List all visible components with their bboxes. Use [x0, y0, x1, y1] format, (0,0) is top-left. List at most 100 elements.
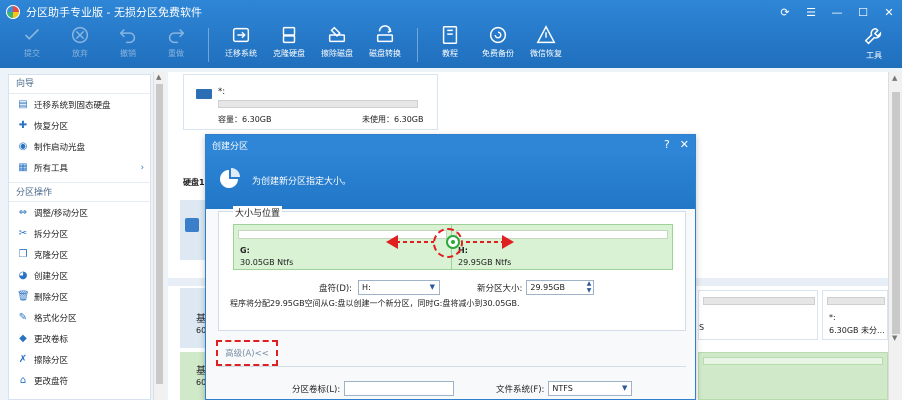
sidebar-item-tools[interactable]: ▦ 所有工具 › [9, 157, 150, 178]
toolbar-label: 免费备份 [482, 49, 514, 58]
unallocated-card[interactable]: *: 6.30GB 未分... [822, 290, 888, 340]
file-system-row: 文件系统(F): NTFS ▼ [496, 381, 633, 396]
sidebar-scroll-thumb[interactable] [156, 84, 163, 384]
disk-section-label: 硬盘1 [183, 178, 205, 187]
chevron-down-icon: ▼ [429, 283, 436, 291]
convert-disk-icon [376, 25, 394, 43]
resize-icon: ⇔ [18, 206, 28, 218]
disk-icon [196, 89, 212, 99]
tools-button[interactable]: 工具 [850, 26, 898, 61]
clone-icon: ❐ [18, 248, 28, 260]
sidebar-item-create[interactable]: ◕ 创建分区 [9, 265, 150, 286]
app-logo-icon [6, 5, 20, 19]
check-icon [24, 28, 40, 40]
sidebar-wizard-header: 向导 [9, 75, 150, 94]
sidebar-item-recover[interactable]: ✚ 恢复分区 [9, 115, 150, 136]
delete-icon: 🗑 [17, 290, 30, 302]
letter-icon: ⌂ [19, 374, 27, 386]
disk-capacity: 容量：6.30GB [218, 115, 272, 124]
recovery-icon [536, 25, 556, 44]
scroll-up-icon[interactable]: ▲ [156, 73, 161, 81]
maximize-button[interactable]: ☐ [850, 0, 876, 24]
sidebar-item-ssd[interactable]: ▤ 迁移系统到固态硬盘 [9, 94, 150, 115]
stepper-arrows-icon[interactable]: ▲ ▼ [587, 280, 592, 294]
menu-icon[interactable]: ☰ [798, 0, 824, 24]
sidebar-item-letter[interactable]: ⌂ 更改盘符 [9, 370, 150, 391]
toolbar-undo-button[interactable]: 撤销 [104, 24, 152, 59]
toolbar-cancel-button[interactable]: 放弃 [56, 24, 104, 59]
toolbar-convert-disk-button[interactable]: 磁盘转换 [361, 24, 409, 59]
toolbar-label: 放弃 [72, 49, 88, 58]
scroll-up-icon[interactable]: ▲ [892, 74, 897, 82]
migrate-os-icon [232, 27, 250, 43]
sidebar-item-label[interactable]: ◆ 更改卷标 [9, 328, 150, 349]
file-system-value: NTFS [552, 384, 573, 393]
sidebar-item-format[interactable]: ✎ 格式化分区 [9, 307, 150, 328]
help-button[interactable]: ? [664, 138, 670, 151]
toolbar-label: 提交 [24, 49, 40, 58]
sidebar: 向导 ▤ 迁移系统到固态硬盘 ✚ 恢复分区 ◉ 制作启动光盘 ▦ 所有工具 › 分区操作 ⇔ 调整… [8, 74, 151, 400]
sidebar-item-clone[interactable]: ❐ 克隆分区 [9, 244, 150, 265]
volume-label-row: 分区卷标(L): [292, 381, 455, 396]
disk-row-icon[interactable] [180, 200, 206, 260]
file-system-select[interactable]: NTFS ▼ [548, 381, 633, 396]
sidebar-item-label: 更改卷标 [34, 334, 69, 345]
sidebar-item-label: 删除分区 [34, 292, 69, 303]
sidebar-item-label: 恢复分区 [34, 121, 69, 132]
backup-icon [489, 26, 507, 44]
recover-icon: ✚ [18, 119, 28, 131]
dialog-banner-text: 为创建新分区指定大小。 [252, 177, 352, 187]
scroll-down-icon[interactable]: ▼ [892, 334, 897, 342]
partition-card[interactable]: 基 60 [180, 288, 206, 348]
toolbar-backup-button[interactable]: 免费备份 [474, 24, 522, 59]
volume-label-input[interactable] [344, 381, 455, 396]
info-text: 程序将分配29.95GB空间从G:盘以创建一个新分区，同时G:盘将减小到30.0… [230, 299, 520, 308]
toolbar-label: 擦除磁盘 [321, 49, 353, 58]
main-scroll-thumb[interactable] [892, 92, 900, 334]
sidebar-item-bootdisk[interactable]: ◉ 制作启动光盘 [9, 136, 150, 157]
create-icon: ◕ [18, 269, 28, 281]
toolbar-redo-button[interactable]: 重做 [152, 24, 200, 59]
wizard-list: ▤ 迁移系统到固态硬盘 ✚ 恢复分区 ◉ 制作启动光盘 ▦ 所有工具 › [9, 94, 150, 178]
partition-card[interactable]: 基 60 [180, 352, 206, 400]
toolbar-tutorial-button[interactable]: 教程 [426, 24, 474, 59]
sidebar-item-delete[interactable]: 🗑 删除分区 [9, 286, 150, 307]
title-bar: 分区助手专业版 - 无损分区免费软件 [0, 0, 902, 24]
dialog-close-button[interactable]: ✕ [680, 138, 689, 151]
tools-icon: ▦ [18, 161, 28, 173]
advanced-button[interactable]: 高级(A)<< [216, 340, 278, 366]
drive-letter-row: 盘符(D): H: ▼ [319, 280, 441, 295]
main-scrollbar[interactable]: ▲ ▼ [888, 72, 902, 400]
ssd-icon: ▤ [18, 98, 28, 110]
new-size-value: 29.95GB [530, 283, 565, 292]
disk-icon [185, 218, 199, 232]
cancel-icon [71, 26, 89, 44]
sidebar-item-split[interactable]: ✂ 拆分分区 [9, 223, 150, 244]
chevron-down-icon: ▼ [622, 384, 628, 392]
minimize-button[interactable]: — [824, 0, 850, 24]
pie-partition-icon [220, 168, 240, 188]
dialog-banner: 为创建新分区指定大小。 [206, 155, 695, 209]
partition-bar [827, 297, 885, 305]
disk-card[interactable]: *: 容量：6.30GB 未使用：6.30GB [183, 74, 438, 130]
sidebar-item-label: 所有工具 [34, 163, 69, 174]
toolbar-check-button[interactable]: 提交 [8, 24, 56, 59]
partition-size: 6.30GB 未分... [829, 326, 885, 335]
sidebar-item-resize[interactable]: ⇔ 调整/移动分区 [9, 202, 150, 223]
file-system-label: 文件系统(F): [496, 384, 545, 395]
drive-letter-select[interactable]: H: ▼ [358, 280, 441, 295]
toolbar-recovery-button[interactable]: 微信恢复 [522, 24, 570, 59]
toolbar-migrate-os-button[interactable]: 迁移系统 [217, 24, 265, 59]
refresh-icon[interactable]: ⟳ [772, 0, 798, 24]
sidebar-scrollbar[interactable]: ▲ [153, 72, 165, 400]
sidebar-item-wipe[interactable]: ✗ 擦除分区 [9, 349, 150, 370]
toolbar-wipe-disk-button[interactable]: 擦除磁盘 [313, 24, 361, 59]
new-size-stepper[interactable]: 29.95GB ▲ ▼ [526, 280, 595, 295]
toolbar: 提交 放弃 撤销 重做 迁移系统 克隆硬盘 擦除磁盘 磁盘转换 教程 免费备份 微信恢复 [0, 24, 902, 68]
partition-card[interactable] [698, 352, 888, 400]
partition-card[interactable]: S [698, 290, 818, 340]
close-button[interactable]: ✕ [876, 0, 902, 24]
toolbar-clone-disk-button[interactable]: 克隆硬盘 [265, 24, 313, 59]
disk-free: 未使用：6.30GB [362, 115, 424, 124]
sidebar-item-label: 制作启动光盘 [34, 142, 86, 153]
